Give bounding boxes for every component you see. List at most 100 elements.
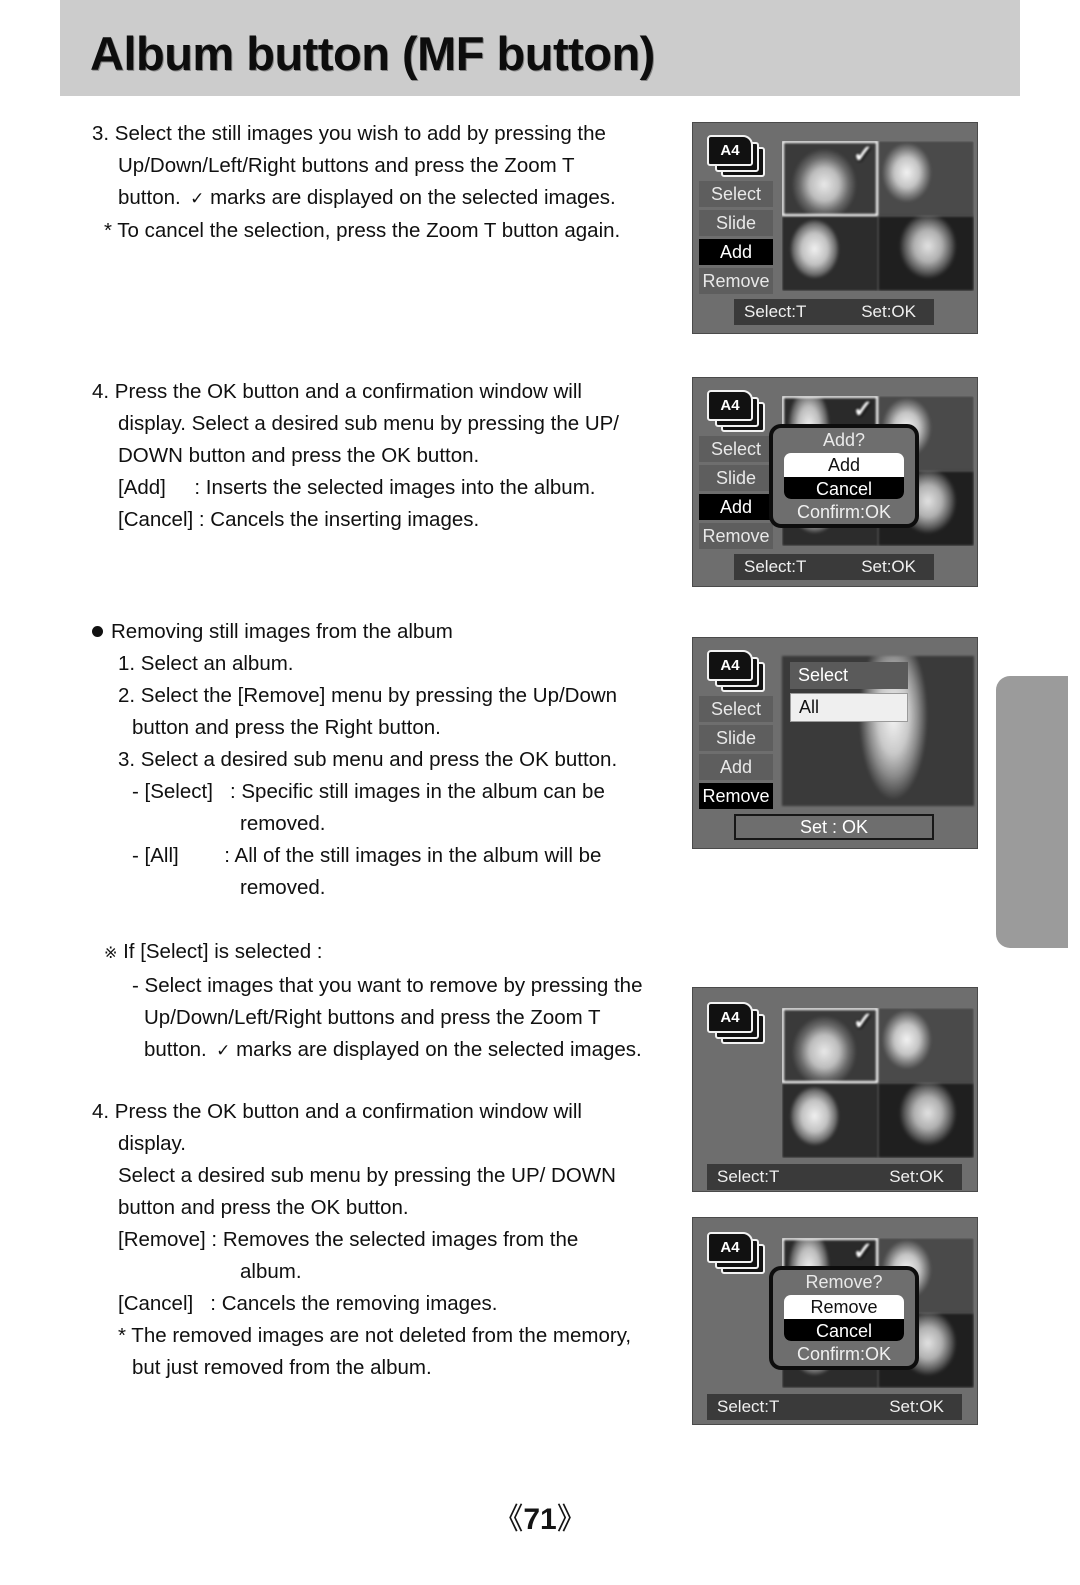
step-4-remove-line-4: button and press the OK button.	[118, 1196, 409, 1219]
step-4-remove-note-1: * The removed images are not deleted fro…	[118, 1324, 632, 1347]
step-3-block: 3. Select the still images you wish to a…	[92, 118, 692, 247]
dialog-option-add[interactable]: Add	[784, 453, 903, 477]
menu-item-remove[interactable]: Remove	[699, 523, 773, 549]
album-stack-icon: A4	[707, 1002, 765, 1044]
menu-item-slide[interactable]: Slide	[699, 465, 773, 491]
thumbnail-cell[interactable]	[782, 216, 878, 291]
menu-item-add[interactable]: Add	[699, 494, 773, 520]
menu-item-select[interactable]: Select	[699, 696, 773, 722]
step-3-note: * To cancel the selection, press the Zoo…	[104, 219, 621, 242]
step-4-remove-line-1: 4. Press the OK button and a confirmatio…	[92, 1100, 582, 1123]
reference-mark-icon: ※	[104, 945, 118, 962]
lcd-menu: Select Slide Add Remove	[699, 696, 773, 812]
page-number-value: 71	[523, 1503, 557, 1536]
step-4-add-def-2-text: : Cancels the inserting images.	[198, 508, 480, 531]
step-3-line-3-text: button.	[118, 186, 181, 209]
step-4-add-def-1-label: [Add]	[118, 476, 195, 499]
album-stack-icon: A4	[707, 390, 765, 432]
removing-step-3: 3. Select a desired sub menu and press t…	[118, 748, 618, 771]
step-4-remove-def-1: [Remove] : Removes the selected images f…	[92, 1224, 692, 1256]
page-number-close-bracket: 》	[556, 1503, 587, 1536]
status-set-hint: Set:OK	[889, 1397, 944, 1416]
if-select-check-tail: marks are displayed on the selected imag…	[230, 1038, 642, 1061]
album-label: A4	[720, 397, 740, 414]
step-4-remove-line-3: Select a desired sub menu by pressing th…	[118, 1164, 616, 1187]
thumbnail-grid: ✓	[782, 141, 974, 291]
menu-item-add[interactable]: Add	[699, 754, 773, 780]
menu-item-remove[interactable]: Remove	[699, 268, 773, 294]
submenu-item-select[interactable]: Select	[790, 662, 908, 689]
lcd-panel-add-confirm: A4 Select Slide Add Remove ✓ Add? Add Ca…	[692, 377, 978, 587]
removing-def-2-text: : All of the still images in the album w…	[224, 844, 602, 867]
dialog-option-cancel[interactable]: Cancel	[784, 477, 904, 499]
step-4-remove-def-1-text: : Removes the selected images from the	[211, 1228, 579, 1251]
step-4-remove-def-1-label: [Remove]	[118, 1228, 212, 1251]
thumbnail-cell[interactable]	[782, 1083, 878, 1158]
menu-item-add[interactable]: Add	[699, 239, 773, 265]
step-4-add-block: 4. Press the OK button and a confirmatio…	[92, 376, 692, 536]
page-edge-thumb-tab	[996, 676, 1068, 948]
confirm-dialog-remove: Remove? Remove Cancel Confirm:OK	[769, 1266, 919, 1370]
thumbnail-cell[interactable]: ✓	[782, 1008, 878, 1083]
step-4-remove-def-2-label: [Cancel]	[118, 1292, 211, 1315]
removing-def-1-text: : Specific still images in the album can…	[229, 780, 605, 803]
dialog-options: Remove Cancel	[784, 1295, 904, 1341]
page-title: Album button (MF button)	[90, 27, 655, 80]
removing-step-2: 2. Select the [Remove] menu by pressing …	[118, 684, 618, 707]
thumbnail-cell[interactable]	[878, 1083, 974, 1158]
step-3-line-1: 3. Select the still images you wish to a…	[92, 122, 606, 145]
lcd-status-bar: Select:T Set:OK	[707, 1394, 962, 1420]
removing-section-block: Removing still images from the album 1. …	[92, 616, 692, 904]
status-select-hint: Select:T	[744, 557, 807, 576]
menu-item-remove[interactable]: Remove	[699, 783, 773, 809]
if-select-block: ※ If [Select] is selected : - Select ima…	[92, 936, 692, 1067]
lcd-panel-remove-select: A4 ✓ Select:T Set:OK	[692, 987, 978, 1192]
status-select-hint: Select:T	[744, 302, 807, 321]
page-number: 《71》	[0, 1494, 1080, 1538]
step-4-remove-def-2-text: : Cancels the removing images.	[210, 1292, 498, 1315]
if-select-line-2: Up/Down/Left/Right buttons and press the…	[144, 1006, 601, 1029]
dialog-title: Add?	[822, 430, 866, 450]
step-4-remove-block: 4. Press the OK button and a confirmatio…	[92, 1096, 692, 1384]
manual-page: Album button (MF button) 3. Select the s…	[0, 0, 1080, 1585]
removing-def-1-cont: removed.	[240, 812, 326, 835]
page-number-open-bracket: 《	[493, 1503, 524, 1536]
status-select-hint: Select:T	[717, 1167, 780, 1186]
menu-item-slide[interactable]: Slide	[699, 725, 773, 751]
removing-heading-text: Removing still images from the album	[111, 620, 453, 643]
step-4-add-def-1: [Add] : Inserts the selected images into…	[92, 472, 692, 504]
menu-item-slide[interactable]: Slide	[699, 210, 773, 236]
status-set-hint: Set:OK	[861, 557, 916, 576]
dialog-options: Add Cancel	[784, 453, 904, 499]
album-stack-icon: A4	[707, 650, 765, 692]
lcd-panel-add-select: A4 Select Slide Add Remove ✓ Select:T Se…	[692, 122, 978, 334]
thumbnail-grid: ✓	[782, 1008, 974, 1158]
lcd-status-bar: Select:T Set:OK	[734, 299, 934, 325]
removing-def-2: - [All] : All of the still images in the…	[92, 840, 692, 872]
step-4-remove-line-2: display.	[118, 1132, 186, 1155]
removing-def-2-label: - [All]	[132, 844, 225, 867]
thumbnail-cell[interactable]	[878, 216, 974, 291]
thumbnail-cell[interactable]: ✓	[782, 141, 878, 216]
selected-check-icon: ✓	[852, 396, 873, 423]
if-select-line-1: - Select images that you want to remove …	[132, 974, 643, 997]
step-4-remove-def-1-cont: album.	[240, 1260, 302, 1283]
step-3-line-2: Up/Down/Left/Right buttons and press the…	[118, 154, 575, 177]
album-label: A4	[720, 142, 740, 159]
menu-item-select[interactable]: Select	[699, 436, 773, 462]
menu-item-select[interactable]: Select	[699, 181, 773, 207]
album-label: A4	[720, 1239, 740, 1256]
remove-submenu: Select All	[790, 662, 908, 722]
album-stack-icon: A4	[707, 1232, 765, 1274]
removing-heading: Removing still images from the album	[92, 616, 692, 648]
dialog-option-remove[interactable]: Remove	[784, 1295, 903, 1319]
thumbnail-cell[interactable]	[878, 1008, 974, 1083]
submenu-item-all[interactable]: All	[790, 693, 908, 722]
removing-def-2-cont: removed.	[240, 876, 326, 899]
lcd-panel-remove-submenu: A4 Select Slide Add Remove Select All Se…	[692, 637, 978, 849]
status-set-hint: Set:OK	[861, 302, 916, 321]
if-select-heading-text: If [Select] is selected :	[117, 940, 323, 963]
lcd-panel-remove-confirm: A4 ✓ Remove? Remove Cancel Confirm:OK Se…	[692, 1217, 978, 1425]
dialog-option-cancel[interactable]: Cancel	[784, 1319, 904, 1341]
thumbnail-cell[interactable]	[878, 141, 974, 216]
